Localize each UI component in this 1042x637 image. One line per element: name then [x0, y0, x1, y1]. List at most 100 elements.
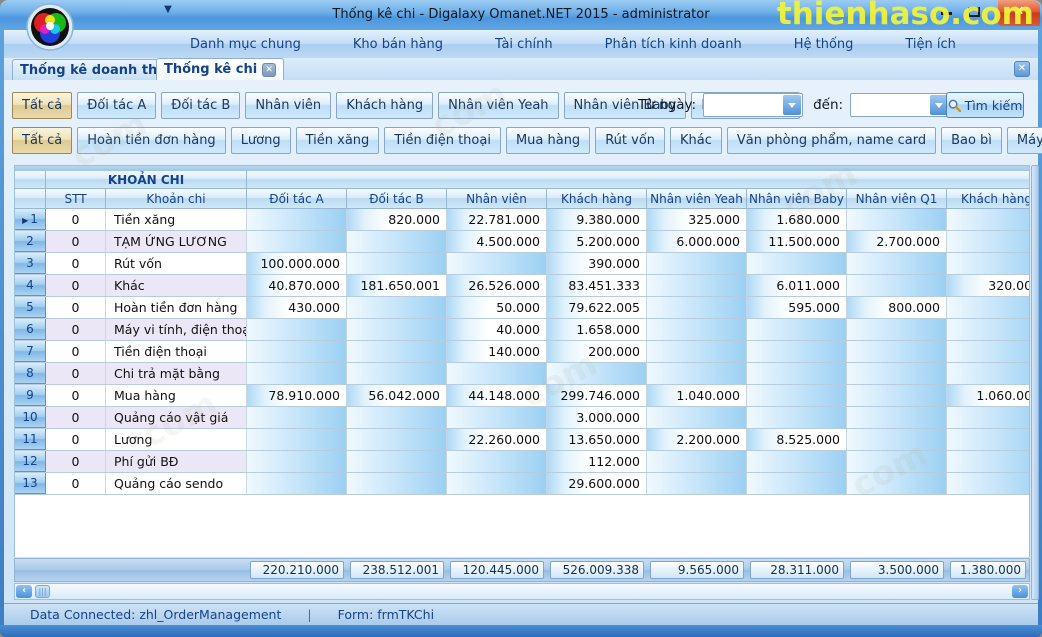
cell-amount[interactable]: 79.622.005: [547, 297, 647, 318]
cell-stt[interactable]: 0: [46, 253, 106, 274]
cell-amount[interactable]: [347, 407, 447, 428]
cell-amount[interactable]: [947, 407, 1030, 428]
cell-stt[interactable]: 0: [46, 319, 106, 340]
table-row[interactable]: 20TẠM ỨNG LƯƠNG4.500.0005.200.0006.000.0…: [15, 231, 1030, 253]
tab-thong-ke-chi[interactable]: Thống kê chi ✕: [156, 58, 284, 80]
cell-amount[interactable]: [247, 341, 347, 362]
cell-amount[interactable]: 200.000: [547, 341, 647, 362]
date-from-picker[interactable]: [703, 93, 803, 117]
table-row[interactable]: 60Máy vi tính, điện thoại shop40.0001.65…: [15, 319, 1030, 341]
column-header[interactable]: Nhân viên Yeah: [647, 189, 747, 209]
row-indicator[interactable]: 5: [15, 297, 46, 318]
table-row[interactable]: 110Lương22.260.00013.650.0002.200.0008.5…: [15, 429, 1030, 451]
cell-stt[interactable]: 0: [46, 297, 106, 318]
table-row[interactable]: ▶10Tiền xăng820.00022.781.0009.380.00032…: [15, 209, 1030, 231]
cell-amount[interactable]: [447, 473, 547, 494]
filter-button-group[interactable]: Đối tác A: [77, 92, 156, 119]
filter-button-category[interactable]: Tất cả: [12, 127, 72, 154]
filter-button-category[interactable]: Văn phòng phẩm, name card: [727, 127, 936, 154]
cell-amount[interactable]: [647, 341, 747, 362]
table-row[interactable]: 100Quảng cáo vật giá3.000.000: [15, 407, 1030, 429]
cell-amount[interactable]: [347, 297, 447, 318]
cell-khoan-chi[interactable]: TẠM ỨNG LƯƠNG: [106, 231, 247, 252]
column-header[interactable]: Đối tác B: [347, 189, 447, 209]
search-button[interactable]: Tìm kiếm: [946, 92, 1024, 118]
cell-amount[interactable]: [447, 451, 547, 472]
cell-amount[interactable]: [247, 451, 347, 472]
column-header[interactable]: STT: [46, 189, 106, 209]
cell-amount[interactable]: [347, 451, 447, 472]
cell-amount[interactable]: 6.000.000: [647, 231, 747, 252]
cell-amount[interactable]: 50.000: [447, 297, 547, 318]
cell-stt[interactable]: 0: [46, 451, 106, 472]
menu-item[interactable]: Phân tích kinh doanh: [605, 37, 742, 52]
cell-amount[interactable]: 325.000: [647, 209, 747, 230]
column-header[interactable]: Khách hàng: [947, 189, 1030, 209]
cell-amount[interactable]: [647, 275, 747, 296]
cell-amount[interactable]: 56.042.000: [347, 385, 447, 406]
table-row[interactable]: 130Quảng cáo sendo29.600.000: [15, 473, 1030, 495]
cell-khoan-chi[interactable]: Tiền xăng: [106, 209, 247, 230]
cell-amount[interactable]: [347, 363, 447, 384]
filter-button-group[interactable]: Nhân viên Yeah: [438, 92, 558, 119]
cell-amount[interactable]: [947, 363, 1030, 384]
cell-amount[interactable]: 820.000: [347, 209, 447, 230]
vertical-scrollbar[interactable]: [1031, 165, 1039, 600]
filter-button-category[interactable]: Máy vi tính, điện thoại shop: [1007, 127, 1042, 154]
cell-amount[interactable]: 112.000: [547, 451, 647, 472]
table-row[interactable]: 90Mua hàng78.910.00056.042.00044.148.000…: [15, 385, 1030, 407]
cell-amount[interactable]: [847, 275, 947, 296]
column-header[interactable]: Nhân viên: [447, 189, 547, 209]
cell-amount[interactable]: [647, 297, 747, 318]
cell-amount[interactable]: [847, 209, 947, 230]
cell-amount[interactable]: 595.000: [747, 297, 847, 318]
cell-amount[interactable]: [747, 473, 847, 494]
filter-button-group[interactable]: Khách hàng: [336, 92, 433, 119]
cell-amount[interactable]: [747, 341, 847, 362]
cell-amount[interactable]: [847, 429, 947, 450]
cell-amount[interactable]: 40.870.000: [247, 275, 347, 296]
cell-amount[interactable]: [947, 451, 1030, 472]
filter-button-category[interactable]: Bao bì: [941, 127, 1002, 154]
cell-amount[interactable]: [947, 209, 1030, 230]
cell-khoan-chi[interactable]: Máy vi tính, điện thoại shop: [106, 319, 247, 340]
cell-amount[interactable]: [947, 429, 1030, 450]
cell-amount[interactable]: [247, 473, 347, 494]
row-indicator[interactable]: 6: [15, 319, 46, 340]
filter-button-group[interactable]: Nhân viên: [245, 92, 331, 119]
cell-amount[interactable]: [847, 407, 947, 428]
menu-item[interactable]: Tài chính: [495, 37, 553, 52]
cell-khoan-chi[interactable]: Khác: [106, 275, 247, 296]
cell-amount[interactable]: 1.680.000: [747, 209, 847, 230]
cell-amount[interactable]: [647, 363, 747, 384]
cell-stt[interactable]: 0: [46, 385, 106, 406]
menu-item[interactable]: Hệ thống: [794, 37, 854, 52]
cell-khoan-chi[interactable]: Quảng cáo vật giá: [106, 407, 247, 428]
close-tab-button[interactable]: ✕: [1014, 61, 1030, 77]
row-indicator[interactable]: 3: [15, 253, 46, 274]
row-indicator[interactable]: 11: [15, 429, 46, 450]
cell-amount[interactable]: 2.200.000: [647, 429, 747, 450]
row-indicator[interactable]: 10: [15, 407, 46, 428]
cell-amount[interactable]: 29.600.000: [547, 473, 647, 494]
app-logo-icon[interactable]: [26, 3, 74, 51]
group-header-label[interactable]: KHOẢN CHI: [46, 171, 247, 189]
filter-button-group[interactable]: Tất cả: [12, 92, 72, 119]
cell-amount[interactable]: 9.380.000: [547, 209, 647, 230]
cell-stt[interactable]: 0: [46, 231, 106, 252]
cell-amount[interactable]: 800.000: [847, 297, 947, 318]
cell-amount[interactable]: [947, 319, 1030, 340]
filter-button-category[interactable]: Tiền điện thoại: [384, 127, 501, 154]
cell-amount[interactable]: 22.260.000: [447, 429, 547, 450]
filter-button-category[interactable]: Hoàn tiền đơn hàng: [77, 127, 225, 154]
cell-stt[interactable]: 0: [46, 363, 106, 384]
cell-amount[interactable]: 11.500.000: [747, 231, 847, 252]
cell-khoan-chi[interactable]: Chi trả mặt bằng: [106, 363, 247, 384]
row-indicator[interactable]: ▶1: [15, 209, 46, 230]
cell-amount[interactable]: 26.526.000: [447, 275, 547, 296]
chevron-down-icon[interactable]: ▼: [160, 4, 176, 18]
cell-amount[interactable]: 2.700.000: [847, 231, 947, 252]
cell-khoan-chi[interactable]: Phí gửi BĐ: [106, 451, 247, 472]
cell-amount[interactable]: 430.000: [247, 297, 347, 318]
horizontal-scrollbar[interactable]: ‹ ||| ›: [14, 583, 1030, 600]
